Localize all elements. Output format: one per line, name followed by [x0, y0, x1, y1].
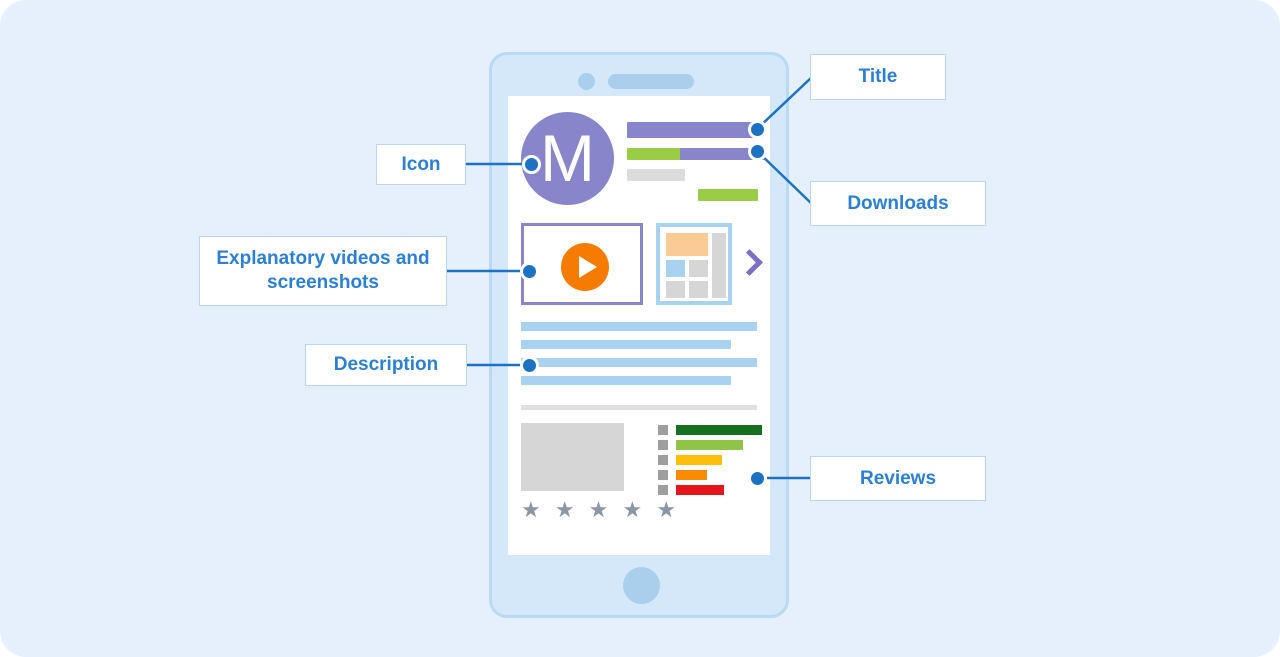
connector-dot-downloads: [748, 142, 767, 161]
phone-camera-icon: [578, 73, 595, 90]
rating-bar-2-star: [676, 470, 707, 480]
app-developer-placeholder-bar: [627, 169, 685, 181]
screenshot-thumbnail[interactable]: [656, 223, 732, 305]
description-line: [521, 358, 757, 367]
callout-title[interactable]: Title: [810, 54, 946, 100]
section-divider: [521, 405, 757, 410]
rating-row-marker-icon: [658, 485, 668, 495]
rating-bar-1-star: [676, 485, 725, 495]
connector-dot-videos: [520, 262, 539, 281]
phone-home-button[interactable]: [623, 567, 660, 604]
diagram-canvas: M ★ ★ ★ ★ ★ Title Icon Downloads Explana…: [0, 0, 1280, 657]
rating-row: [658, 455, 768, 465]
connector-dot-description: [520, 356, 539, 375]
rating-bar-3-star: [676, 455, 723, 465]
connector-dot-icon: [522, 155, 541, 174]
app-install-button-bar[interactable]: [698, 189, 758, 201]
reviews-section: ★ ★ ★ ★ ★: [508, 423, 770, 533]
rating-row: [658, 425, 768, 435]
smartphone-mockup: M ★ ★ ★ ★ ★: [489, 52, 789, 618]
description-line: [521, 376, 731, 385]
app-listing-screen: M ★ ★ ★ ★ ★: [508, 96, 770, 555]
screenshot-block-gray-tall: [712, 233, 726, 298]
screenshot-block-gray-1: [689, 260, 708, 277]
connector-dot-reviews: [748, 469, 767, 488]
app-title-placeholder-bar: [627, 122, 763, 138]
callout-icon[interactable]: Icon: [376, 144, 466, 185]
callout-reviews[interactable]: Reviews: [810, 456, 986, 501]
rating-row: [658, 440, 768, 450]
rating-bar-5-star: [676, 425, 762, 435]
review-image: [521, 423, 624, 491]
chevron-right-icon[interactable]: [736, 249, 763, 276]
description-placeholder: [508, 322, 770, 400]
app-rating-placeholder-bar: [627, 148, 685, 160]
rating-row-marker-icon: [658, 455, 668, 465]
connector-dot-title: [748, 120, 767, 139]
screenshot-block-orange: [666, 233, 708, 256]
app-header: M: [508, 96, 770, 211]
star-rating: ★ ★ ★ ★ ★: [521, 497, 681, 522]
screenshot-block-blue: [666, 260, 685, 277]
phone-speaker-icon: [608, 74, 694, 89]
screenshot-block-gray-2: [666, 281, 685, 298]
callout-videos[interactable]: Explanatory videos and screenshots: [199, 236, 447, 306]
rating-row-marker-icon: [658, 425, 668, 435]
callout-downloads[interactable]: Downloads: [810, 181, 986, 226]
media-gallery: [508, 219, 770, 309]
callout-description[interactable]: Description: [305, 344, 467, 386]
screenshot-block-gray-3: [689, 281, 708, 298]
rating-row-marker-icon: [658, 440, 668, 450]
rating-bar-4-star: [676, 440, 744, 450]
video-preview-card[interactable]: [521, 223, 643, 305]
description-line: [521, 322, 757, 331]
description-line: [521, 340, 731, 349]
rating-row-marker-icon: [658, 470, 668, 480]
play-triangle-icon: [579, 256, 597, 278]
